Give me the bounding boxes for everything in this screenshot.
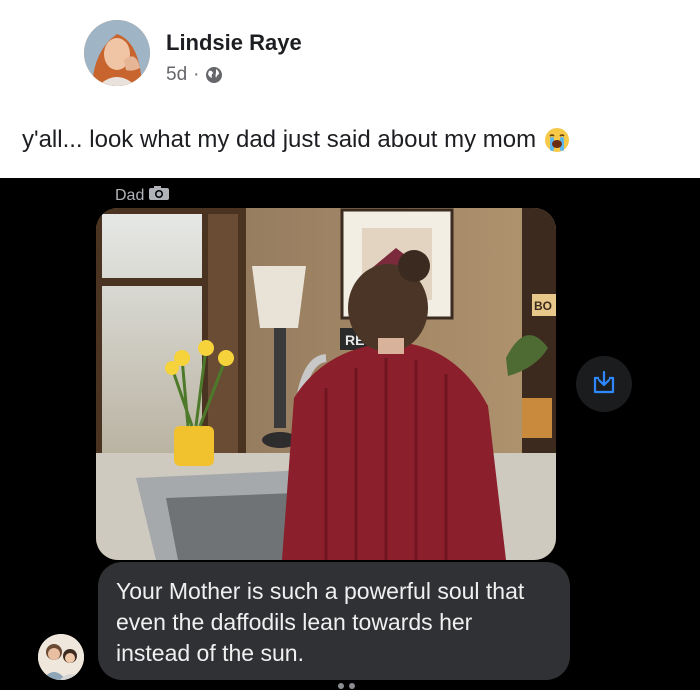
pagination-dot [349,683,355,689]
pagination-dot [338,683,344,689]
download-button[interactable] [576,356,632,412]
post-meta: 5d · [166,64,223,86]
post-time[interactable]: 5d [166,64,187,86]
author-name[interactable]: Lindsie Raye [166,30,302,56]
caption-text: y'all... look what my dad just said abou… [22,126,537,153]
post-header: Lindsie Raye 5d · y'all... look what my … [0,0,700,178]
photo-book-text: BO [534,299,552,313]
meta-separator: · [193,64,200,85]
shared-photo[interactable]: RE BO [96,208,556,560]
download-icon [591,369,617,400]
sender-name: Dad [115,186,145,204]
dad-avatar[interactable] [38,634,84,680]
author-avatar[interactable] [84,20,150,86]
camera-icon [148,185,170,206]
post-caption: y'all... look what my dad just said abou… [22,126,570,154]
pagination-dots [338,683,355,689]
globe-icon[interactable] [205,66,223,84]
message-text: Your Mother is such a powerful soul that… [116,578,525,666]
loudly-crying-face-icon [544,127,570,153]
message-bubble[interactable]: Your Mother is such a powerful soul that… [98,562,570,680]
message-sender: Dad [115,185,170,206]
